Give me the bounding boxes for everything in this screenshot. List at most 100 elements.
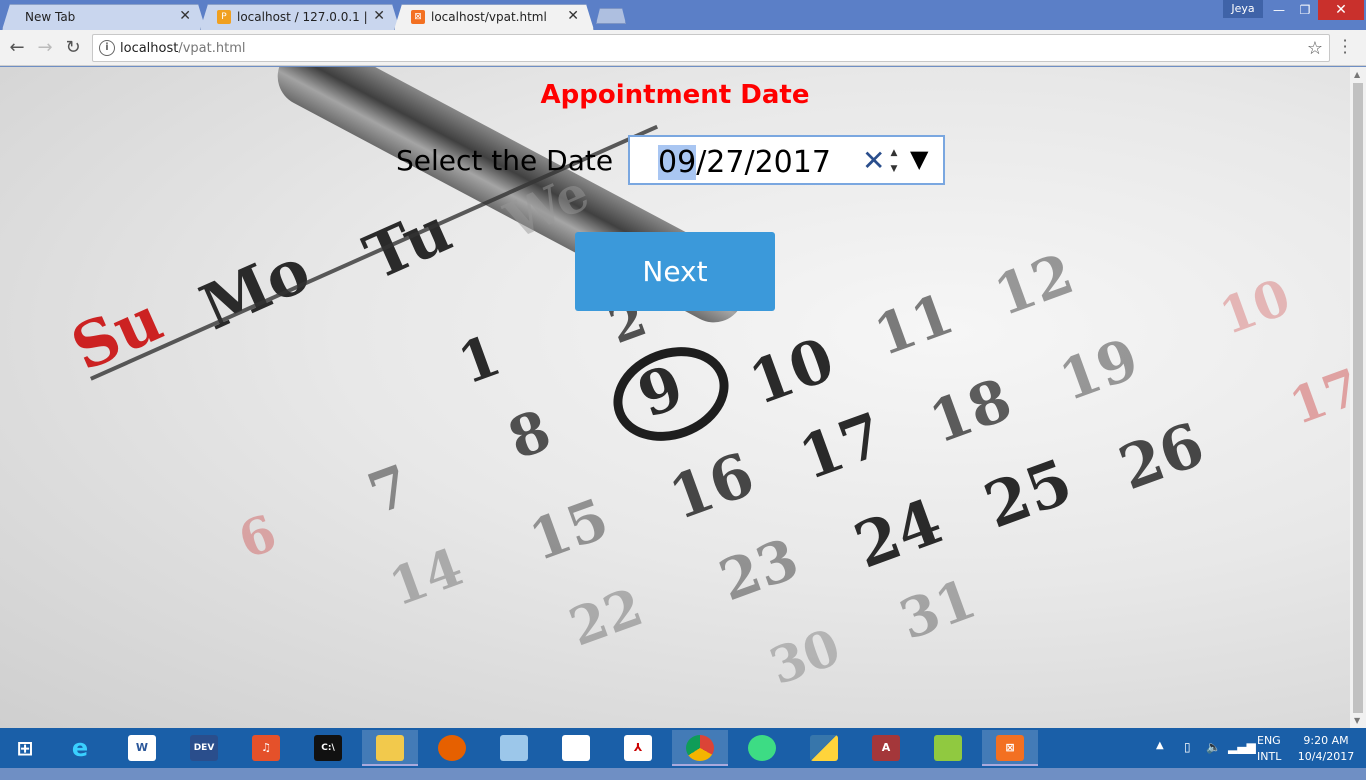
address-bar[interactable]: i localhost/vpat.html ☆	[92, 34, 1330, 62]
start-button[interactable]: ⊞	[0, 730, 50, 766]
language-indicator[interactable]: ENG INTL	[1257, 733, 1281, 773]
browser-toolbar: ← → ↻ i localhost/vpat.html ☆ · · ·	[0, 30, 1366, 66]
close-window-button[interactable]: ✕	[1318, 0, 1364, 20]
new-tab-button[interactable]	[596, 8, 626, 24]
access-icon: A	[872, 735, 900, 761]
bg-text: 15	[521, 485, 617, 575]
taskbar-acrobat[interactable]: ⅄	[610, 730, 666, 766]
close-icon[interactable]: ✕	[179, 8, 191, 24]
taskbar-notepad[interactable]	[486, 730, 542, 766]
file-explorer-icon	[376, 735, 404, 761]
bg-text: Tu	[353, 192, 462, 295]
taskbar-audio[interactable]: ♫	[238, 730, 294, 766]
taskbar-firefox[interactable]	[424, 730, 480, 766]
tab-title: New Tab	[25, 10, 76, 24]
notepad-icon	[500, 735, 528, 761]
date-rest-segment[interactable]: /27/2017	[696, 145, 831, 180]
minimize-icon[interactable]: —	[1266, 0, 1292, 20]
clock-date: 10/4/2017	[1297, 750, 1355, 763]
close-icon[interactable]: ✕	[567, 8, 579, 24]
taskbar-cmd[interactable]: C:\	[300, 730, 356, 766]
taskbar-access[interactable]: A	[858, 730, 914, 766]
cmd-icon: C:\	[314, 735, 342, 761]
bookmark-star-icon[interactable]: ☆	[1307, 38, 1323, 59]
site-info-icon[interactable]: i	[99, 40, 115, 56]
bg-text: 18	[920, 365, 1020, 457]
tray-overflow-icon[interactable]: ▲	[1156, 740, 1164, 780]
volume-icon[interactable]: 🔈	[1206, 740, 1221, 780]
bg-text: 30	[762, 616, 848, 697]
user-profile-badge[interactable]: Jeya	[1223, 0, 1263, 18]
url-host: localhost	[120, 41, 179, 56]
phpmyadmin-icon: P	[217, 10, 231, 24]
bg-text: 7	[359, 452, 420, 528]
bg-text: 14	[381, 536, 471, 619]
scroll-up-icon[interactable]: ▲	[1354, 70, 1360, 79]
url-path: /vpat.html	[178, 41, 246, 56]
acrobat-icon: ⅄	[624, 735, 652, 761]
tab-title: localhost/vpat.html	[431, 10, 547, 24]
tab-strip: New Tab ✕ P localhost / 127.0.0.1 | php …	[0, 0, 1366, 30]
tab-new-tab[interactable]: New Tab ✕	[2, 4, 206, 30]
taskbar-devcpp[interactable]: DEV	[176, 730, 232, 766]
lang-top: ENG	[1257, 734, 1281, 747]
taskbar-android-studio[interactable]	[734, 730, 790, 766]
taskbar-explorer[interactable]	[362, 730, 418, 766]
bg-text: 25	[975, 444, 1082, 543]
tab-phpmyadmin[interactable]: P localhost / 127.0.0.1 | php ✕	[200, 4, 400, 30]
bg-text: Su	[61, 281, 173, 386]
taskbar-python[interactable]	[796, 730, 852, 766]
bg-text: 17	[790, 399, 893, 495]
reload-icon[interactable]: ↻	[62, 37, 84, 59]
taskbar-xampp[interactable]: ⊠	[982, 730, 1038, 766]
taskbar-notepadpp[interactable]	[920, 730, 976, 766]
bg-text: 17	[1282, 356, 1350, 437]
calendar-dropdown-icon[interactable]: ▼	[910, 145, 928, 173]
close-icon[interactable]: ✕	[373, 8, 385, 24]
date-value[interactable]: 09/27/2017	[658, 145, 831, 180]
page-title: Appointment Date	[540, 80, 810, 110]
bg-text: 19	[1051, 325, 1147, 415]
bg-text: 8	[499, 397, 560, 473]
network-icon[interactable]: ▂▄▆	[1228, 740, 1256, 780]
scroll-down-icon[interactable]: ▼	[1354, 716, 1360, 725]
next-button[interactable]: Next	[575, 232, 775, 311]
taskbar-ie[interactable]: e	[52, 730, 108, 766]
page-viewport: Su Mo Tu We 1 2 8 9 10 11 12 7 15 16 17 …	[0, 67, 1350, 728]
bg-text: 11	[866, 280, 962, 370]
firefox-icon	[438, 735, 466, 761]
forward-icon[interactable]: →	[34, 37, 56, 59]
clear-date-icon[interactable]: ✕	[862, 144, 885, 177]
windows-taskbar: ⊞ e W DEV ♫ C:\ ⅄ A ⊠ ▲ ▯ 🔈 ▂▄▆ ENG INTL…	[0, 728, 1366, 768]
restore-icon[interactable]: ❐	[1292, 0, 1318, 20]
tab-vpat[interactable]: ⊠ localhost/vpat.html ✕	[394, 4, 594, 30]
bg-text: 22	[561, 576, 651, 659]
scrollbar-thumb[interactable]	[1353, 83, 1363, 713]
bg-text: 24	[845, 484, 952, 583]
bg-text: 23	[711, 525, 807, 615]
menu-dots-icon[interactable]: · · ·	[1340, 33, 1350, 61]
tab-title: localhost / 127.0.0.1 | php	[237, 10, 367, 24]
date-spinner[interactable]: ▲ ▼	[888, 145, 900, 179]
taskbar-reader[interactable]	[548, 730, 604, 766]
taskbar-word[interactable]: W	[114, 730, 170, 766]
xampp-icon: ⊠	[996, 735, 1024, 761]
battery-icon[interactable]: ▯	[1184, 740, 1191, 780]
internet-explorer-icon: e	[71, 734, 89, 762]
android-studio-icon	[748, 735, 776, 761]
clock[interactable]: 9:20 AM 10/4/2017	[1296, 733, 1356, 773]
back-icon[interactable]: ←	[6, 37, 28, 59]
start-icon: ⊞	[16, 736, 34, 760]
spin-down-icon[interactable]: ▼	[891, 164, 898, 174]
bg-text: 10	[740, 324, 843, 420]
chrome-icon	[686, 735, 714, 761]
url-text: localhost/vpat.html	[120, 41, 246, 56]
date-label: Select the Date	[396, 144, 614, 177]
xampp-icon: ⊠	[411, 10, 425, 24]
vertical-scrollbar[interactable]: ▲ ▼	[1350, 67, 1366, 728]
bg-text: 31	[891, 566, 984, 652]
date-month-segment[interactable]: 09	[658, 145, 697, 180]
taskbar-chrome[interactable]	[672, 730, 728, 766]
spin-up-icon[interactable]: ▲	[891, 148, 898, 158]
date-input[interactable]: 09/27/2017 ✕ ▲ ▼ ▼	[628, 135, 945, 185]
